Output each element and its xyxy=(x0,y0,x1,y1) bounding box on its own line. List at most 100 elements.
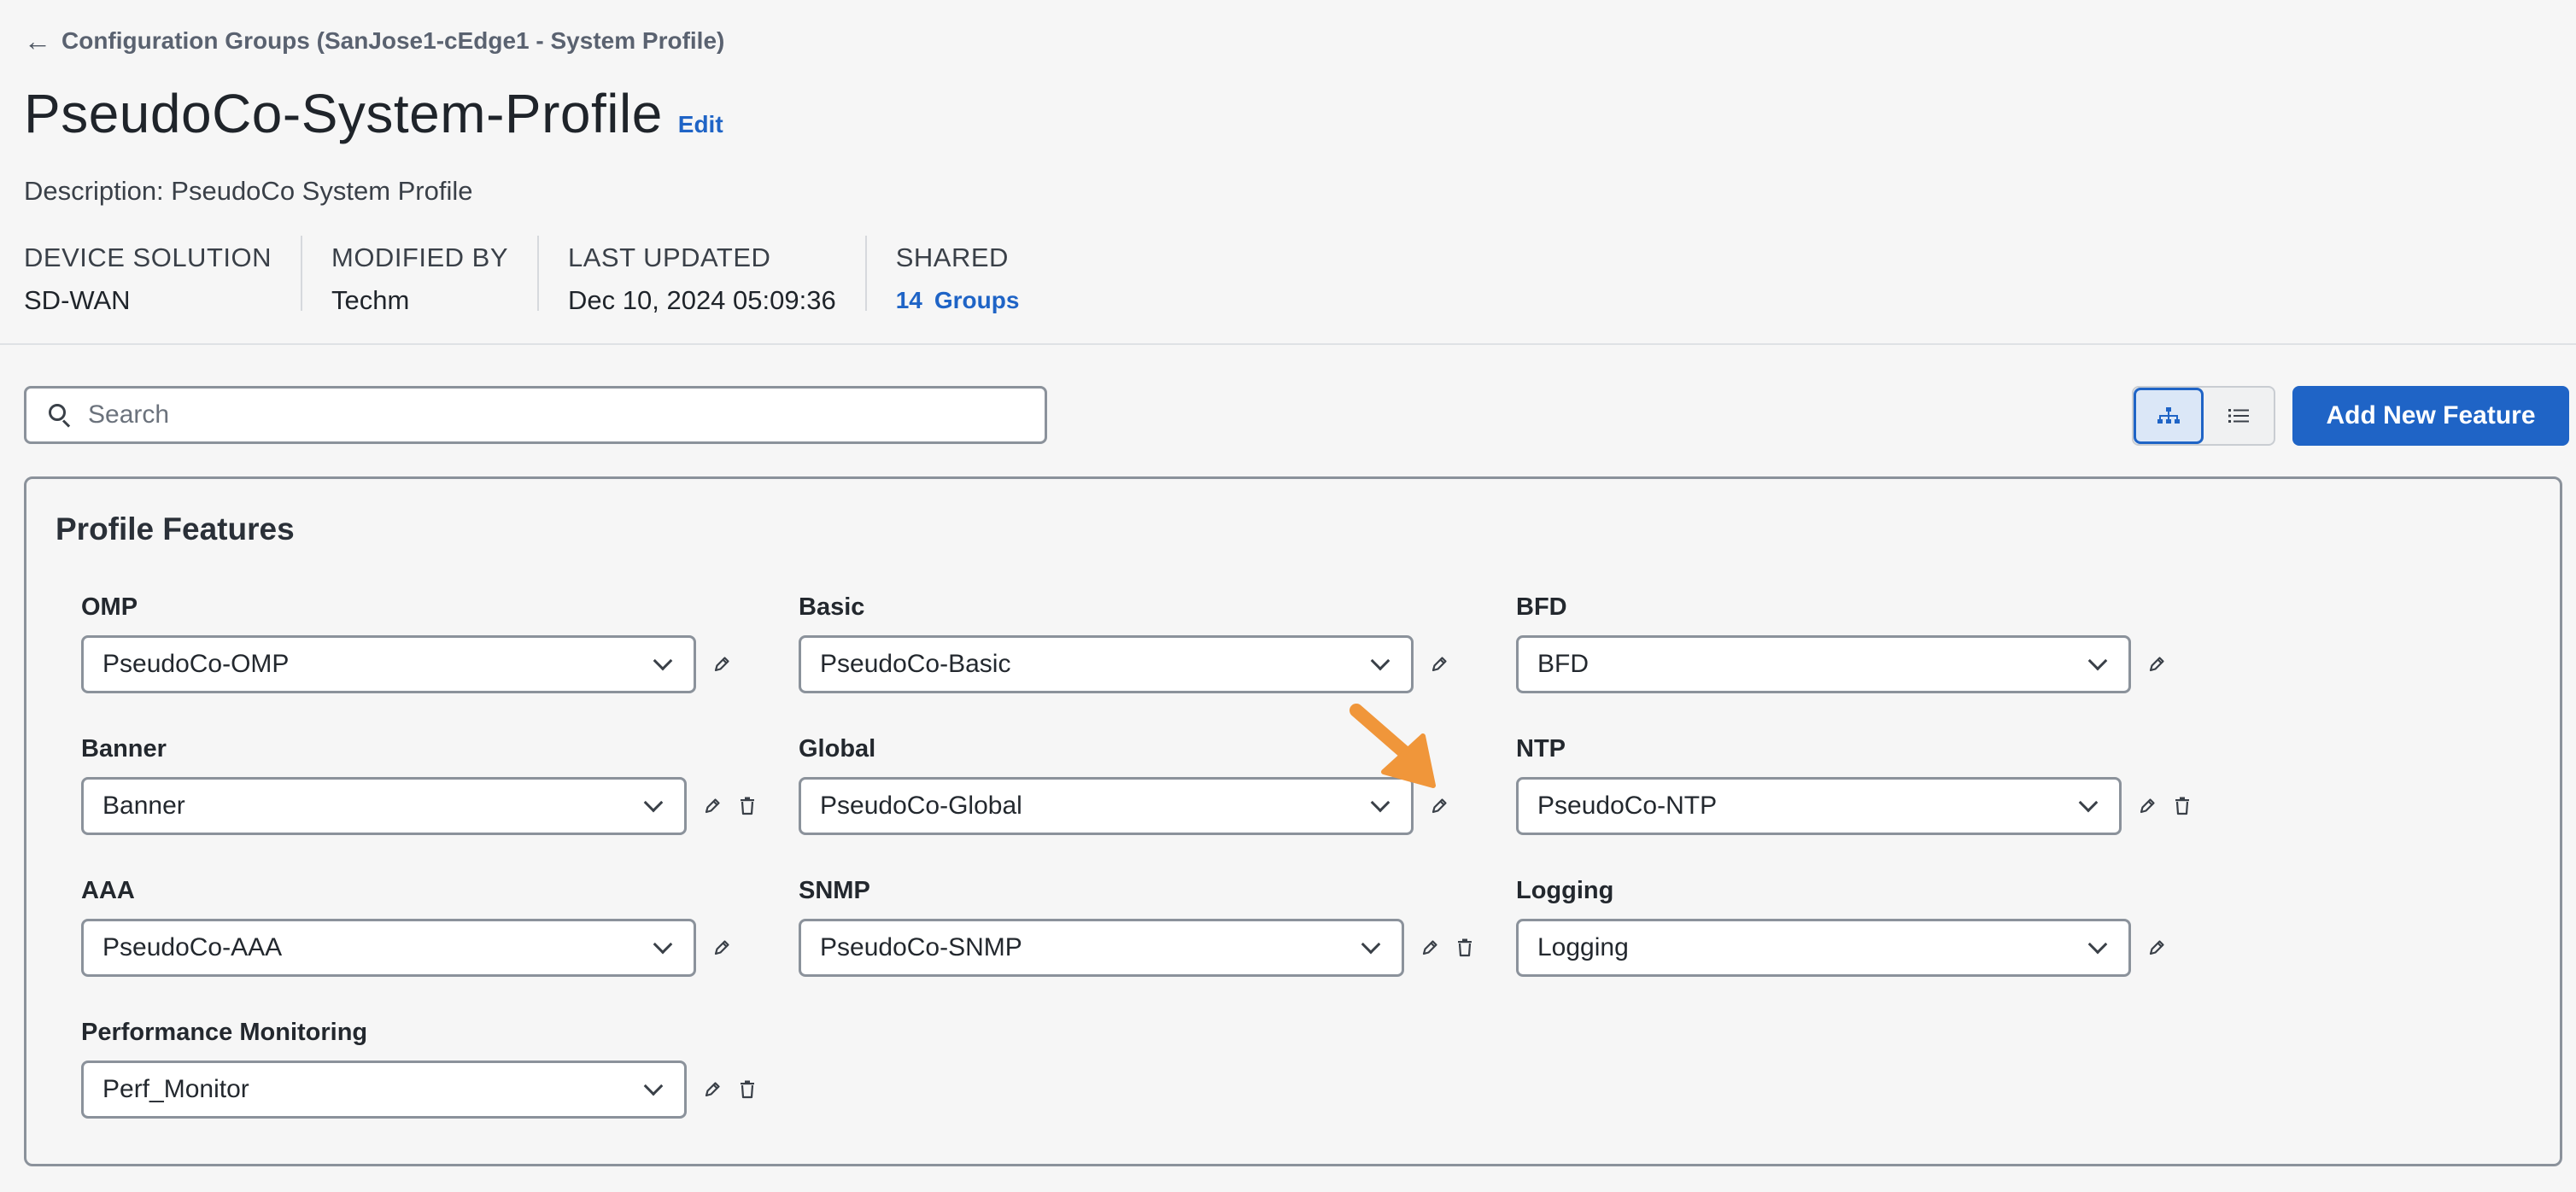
pencil-icon[interactable] xyxy=(1422,647,1456,681)
feature-banner: Banner Banner xyxy=(81,735,764,835)
meta-value: Dec 10, 2024 05:09:36 xyxy=(568,285,836,315)
feature-row: Logging xyxy=(1516,919,2199,977)
search-input[interactable] xyxy=(88,400,1010,429)
page: ← Configuration Groups (SanJose1-cEdge1 … xyxy=(0,0,2576,1192)
feature-performance-monitoring: Performance Monitoring Perf_Monitor xyxy=(81,1019,764,1119)
hierarchy-icon xyxy=(2157,407,2180,424)
pencil-icon[interactable] xyxy=(705,931,739,965)
meta-label: LAST UPDATED xyxy=(568,242,771,272)
annotation-arrow-icon xyxy=(1349,704,1436,788)
feature-select-value: PseudoCo-Basic xyxy=(820,650,1011,678)
meta-last-updated: LAST UPDATED Dec 10, 2024 05:09:36 xyxy=(537,236,865,315)
shared-unit[interactable]: Groups xyxy=(934,287,1020,314)
feature-select[interactable]: PseudoCo-Global xyxy=(799,777,1414,835)
tree-view-button[interactable] xyxy=(2134,388,2204,444)
feature-label: Logging xyxy=(1516,877,1614,904)
chevron-down-icon xyxy=(653,651,673,671)
description: Description: PseudoCo System Profile xyxy=(24,176,473,206)
feature-row: PseudoCo-AAA xyxy=(81,919,764,977)
feature-select-value: PseudoCo-AAA xyxy=(102,933,283,961)
title-row: PseudoCo-System-Profile Edit xyxy=(24,82,723,145)
breadcrumb[interactable]: ← Configuration Groups (SanJose1-cEdge1 … xyxy=(24,27,724,55)
breadcrumb-label[interactable]: Configuration Groups (SanJose1-cEdge1 - … xyxy=(61,27,724,55)
chevron-down-icon xyxy=(1370,651,1390,671)
feature-snmp: SNMP PseudoCo-SNMP xyxy=(799,877,1482,977)
feature-label: AAA xyxy=(81,877,135,904)
feature-row: PseudoCo-OMP xyxy=(81,635,764,693)
pencil-icon[interactable] xyxy=(2140,931,2174,965)
arrow-left-icon[interactable]: ← xyxy=(24,27,51,55)
feature-row: PseudoCo-NTP xyxy=(1516,777,2199,835)
feature-select-value: PseudoCo-Global xyxy=(820,792,1022,820)
feature-select-value: PseudoCo-SNMP xyxy=(820,933,1022,961)
chevron-down-icon xyxy=(643,1076,664,1096)
feature-bfd: BFD BFD xyxy=(1516,593,2199,693)
header-divider xyxy=(0,343,2576,345)
feature-select[interactable]: Banner xyxy=(81,777,688,835)
feature-select[interactable]: PseudoCo-Basic xyxy=(799,635,1414,693)
chevron-down-icon xyxy=(653,934,673,955)
search-box[interactable] xyxy=(24,386,1047,444)
meta-value: Techm xyxy=(331,285,410,315)
card-title: Profile Features xyxy=(56,511,295,546)
feature-row: BFD xyxy=(1516,635,2199,693)
feature-select[interactable]: BFD xyxy=(1516,635,2131,693)
feature-omp: OMP PseudoCo-OMP xyxy=(81,593,764,693)
feature-label: Basic xyxy=(799,593,865,621)
feature-select[interactable]: Perf_Monitor xyxy=(81,1061,688,1119)
pencil-icon[interactable] xyxy=(2130,789,2163,823)
meta-label: SHARED xyxy=(895,242,1009,272)
feature-row: Banner xyxy=(81,777,764,835)
meta-label: MODIFIED BY xyxy=(331,242,509,272)
view-toggle xyxy=(2132,386,2275,446)
add-new-feature-button[interactable]: Add New Feature xyxy=(2292,386,2569,446)
meta-modified-by: MODIFIED BY Techm xyxy=(301,236,537,315)
feature-label: BFD xyxy=(1516,593,1567,621)
pencil-icon[interactable] xyxy=(695,1072,729,1107)
trash-icon[interactable] xyxy=(1449,931,1482,965)
chevron-down-icon xyxy=(1361,934,1381,955)
feature-select[interactable]: PseudoCo-SNMP xyxy=(799,919,1405,977)
list-view-button[interactable] xyxy=(2204,388,2274,444)
edit-link[interactable]: Edit xyxy=(678,111,723,138)
meta-label: DEVICE SOLUTION xyxy=(24,242,272,272)
feature-row: PseudoCo-SNMP xyxy=(799,919,1482,977)
trash-icon[interactable] xyxy=(2166,789,2199,823)
feature-label: OMP xyxy=(81,593,138,621)
meta-value: SD-WAN xyxy=(24,285,131,315)
feature-select[interactable]: PseudoCo-OMP xyxy=(81,635,696,693)
feature-row: PseudoCo-Basic xyxy=(799,635,1482,693)
shared-count[interactable]: 14 xyxy=(896,287,922,314)
meta-shared: SHARED 14 Groups xyxy=(864,236,1049,314)
feature-label: Banner xyxy=(81,735,167,763)
feature-select[interactable]: PseudoCo-NTP xyxy=(1516,777,2122,835)
feature-basic: Basic PseudoCo-Basic xyxy=(799,593,1482,693)
pencil-icon[interactable] xyxy=(1413,931,1446,965)
feature-select-value: Banner xyxy=(102,792,185,820)
feature-select-value: PseudoCo-NTP xyxy=(1537,792,1718,820)
shared-groups-link[interactable]: 14 Groups xyxy=(896,287,1020,314)
pencil-icon[interactable] xyxy=(695,789,729,823)
feature-aaa: AAA PseudoCo-AAA xyxy=(81,877,764,977)
chevron-down-icon xyxy=(643,792,664,813)
feature-ntp: NTP PseudoCo-NTP xyxy=(1516,735,2199,835)
feature-select-value: PseudoCo-OMP xyxy=(102,650,290,678)
feature-select-value: BFD xyxy=(1537,650,1589,678)
page-title: PseudoCo-System-Profile xyxy=(24,83,663,144)
feature-label: SNMP xyxy=(799,877,870,904)
trash-icon[interactable] xyxy=(731,1072,764,1107)
feature-logging: Logging Logging xyxy=(1516,877,2199,977)
pencil-icon[interactable] xyxy=(705,647,739,681)
feature-select[interactable]: Logging xyxy=(1516,919,2131,977)
pencil-icon[interactable] xyxy=(2140,647,2174,681)
trash-icon[interactable] xyxy=(731,789,764,823)
profile-features-card: Profile Features OMP PseudoCo-OMP Basic Pse… xyxy=(24,476,2562,1166)
add-feature-label: Add New Feature xyxy=(2326,401,2536,429)
feature-select[interactable]: PseudoCo-AAA xyxy=(81,919,696,977)
search-icon xyxy=(47,402,73,428)
feature-label: NTP xyxy=(1516,735,1566,763)
meta-device-solution: DEVICE SOLUTION SD-WAN xyxy=(24,236,301,315)
feature-row: Perf_Monitor xyxy=(81,1061,764,1119)
feature-select-value: Logging xyxy=(1537,933,1629,961)
chevron-down-icon xyxy=(2087,934,2108,955)
